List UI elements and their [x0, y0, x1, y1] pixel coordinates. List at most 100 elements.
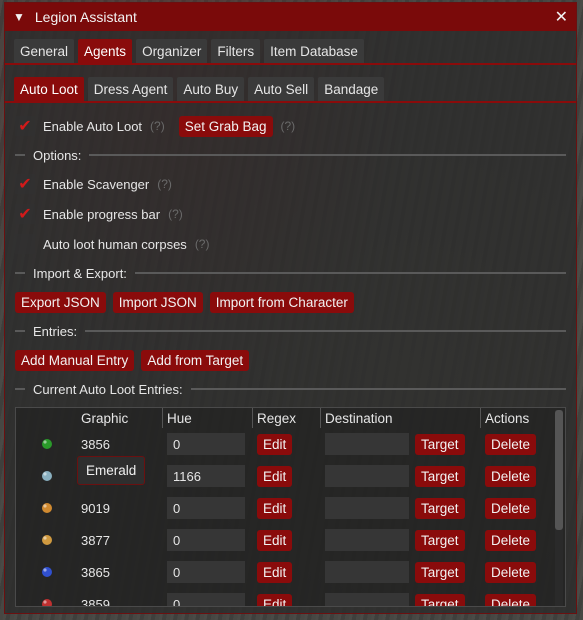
auto-loot-panel: ✔ Enable Auto Loot (?) Set Grab Bag (?) … [5, 111, 576, 607]
tab-auto-buy[interactable]: Auto Buy [177, 77, 245, 101]
tab-item-database[interactable]: Item Database [264, 39, 364, 63]
set-grab-bag-button[interactable]: Set Grab Bag [178, 115, 273, 137]
enable-scavenger-checkbox[interactable]: ✔ [15, 174, 35, 194]
legion-assistant-window: ▼ Legion Assistant ✕ General Agents Orga… [4, 2, 577, 614]
hue-field[interactable]: 0 [167, 529, 245, 551]
item-name-tooltip: Emerald [77, 456, 146, 485]
help-icon[interactable]: (?) [157, 177, 172, 191]
add-manual-entry-button[interactable]: Add Manual Entry [15, 349, 135, 371]
target-button[interactable]: Target [415, 465, 465, 487]
item-graphic-icon [16, 460, 77, 492]
column-header-graphic: Graphic [77, 408, 163, 428]
target-button[interactable]: Target [415, 497, 465, 519]
edit-regex-button[interactable]: Edit [257, 465, 293, 487]
tab-organizer[interactable]: Organizer [136, 39, 208, 63]
edit-regex-button[interactable]: Edit [257, 529, 293, 551]
tab-auto-sell[interactable]: Auto Sell [248, 77, 315, 101]
delete-button[interactable]: Delete [485, 465, 537, 487]
tab-auto-loot[interactable]: Auto Loot [14, 77, 84, 101]
auto-loot-human-corpses-label: Auto loot human corpses [43, 236, 187, 252]
destination-field[interactable] [325, 497, 409, 519]
graphic-value[interactable]: 3865 [81, 565, 110, 580]
tab-dress-agent[interactable]: Dress Agent [87, 77, 174, 101]
entries-heading: Entries: [33, 323, 78, 339]
delete-button[interactable]: Delete [485, 561, 537, 583]
current-entries-section-header: Current Auto Loot Entries: [15, 375, 566, 403]
auto-loot-human-corpses-checkbox[interactable]: ✔ [15, 234, 35, 254]
item-graphic-icon [16, 428, 77, 460]
agent-subtabs: Auto Loot Dress Agent Auto Buy Auto Sell… [5, 77, 576, 101]
table-header: Graphic Hue Regex Destination Actions [16, 408, 565, 428]
destination-field[interactable] [325, 465, 409, 487]
delete-button[interactable]: Delete [485, 593, 537, 606]
subtabs-underline [5, 101, 576, 103]
enable-auto-loot-label: Enable Auto Loot [43, 118, 143, 134]
item-graphic-icon [16, 492, 77, 524]
import-export-section-header: Import & Export: [15, 259, 566, 287]
table-body: 3856 0 Edit Target Delete 1166 Edit Targ… [16, 428, 565, 607]
titlebar[interactable]: ▼ Legion Assistant ✕ [5, 3, 576, 31]
target-button[interactable]: Target [415, 433, 465, 455]
enable-progress-bar-label: Enable progress bar [43, 206, 161, 222]
target-button[interactable]: Target [415, 529, 465, 551]
help-icon[interactable]: (?) [168, 207, 183, 221]
delete-button[interactable]: Delete [485, 497, 537, 519]
hue-field[interactable]: 1166 [167, 465, 245, 487]
tab-bandage[interactable]: Bandage [318, 77, 385, 101]
table-row: 3859 0 Edit Target Delete [16, 588, 565, 607]
help-icon[interactable]: (?) [195, 237, 210, 251]
destination-field[interactable] [325, 593, 409, 606]
delete-button[interactable]: Delete [485, 529, 537, 551]
graphic-value[interactable]: 3856 [81, 437, 110, 452]
edit-regex-button[interactable]: Edit [257, 497, 293, 519]
delete-button[interactable]: Delete [485, 433, 537, 455]
destination-field[interactable] [325, 561, 409, 583]
tab-general[interactable]: General [14, 39, 75, 63]
enable-scavenger-label: Enable Scavenger [43, 176, 150, 192]
add-from-target-button[interactable]: Add from Target [141, 349, 250, 371]
help-icon[interactable]: (?) [281, 119, 296, 133]
table-row: 3865 0 Edit Target Delete [16, 556, 565, 588]
destination-field[interactable] [325, 433, 409, 455]
export-json-button[interactable]: Export JSON [15, 291, 106, 313]
graphic-value[interactable]: 9019 [81, 501, 110, 516]
hue-field[interactable]: 0 [167, 433, 245, 455]
close-icon[interactable]: ✕ [555, 7, 568, 27]
edit-regex-button[interactable]: Edit [257, 561, 293, 583]
table-scrollbar[interactable] [555, 410, 563, 606]
options-heading: Options: [33, 147, 82, 163]
hue-field[interactable]: 0 [167, 593, 245, 606]
column-header-destination: Destination [321, 408, 481, 428]
enable-auto-loot-checkbox[interactable]: ✔ [15, 116, 35, 136]
hue-field[interactable]: 0 [167, 561, 245, 583]
hue-field[interactable]: 0 [167, 497, 245, 519]
destination-field[interactable] [325, 529, 409, 551]
tab-filters[interactable]: Filters [211, 39, 261, 63]
collapse-icon[interactable]: ▼ [13, 10, 25, 24]
window-title: Legion Assistant [34, 9, 137, 25]
import-json-button[interactable]: Import JSON [112, 291, 203, 313]
graphic-value[interactable]: 3859 [81, 597, 110, 607]
table-row: 3877 0 Edit Target Delete [16, 524, 565, 556]
import-from-character-button[interactable]: Import from Character [209, 291, 354, 313]
edit-regex-button[interactable]: Edit [257, 593, 293, 606]
tab-agents[interactable]: Agents [78, 39, 133, 63]
item-graphic-icon [16, 556, 77, 588]
table-row: 9019 0 Edit Target Delete [16, 492, 565, 524]
enable-progress-bar-checkbox[interactable]: ✔ [15, 204, 35, 224]
target-button[interactable]: Target [415, 593, 465, 606]
item-graphic-icon [16, 524, 77, 556]
item-graphic-icon [16, 588, 77, 606]
auto-loot-entries-table: Graphic Hue Regex Destination Actions 38… [15, 407, 566, 607]
column-header-actions: Actions [485, 410, 530, 426]
column-header-regex: Regex [253, 408, 321, 428]
graphic-value[interactable]: 3877 [81, 533, 110, 548]
edit-regex-button[interactable]: Edit [257, 433, 293, 455]
current-entries-heading: Current Auto Loot Entries: [33, 381, 183, 397]
import-export-heading: Import & Export: [33, 265, 127, 281]
entries-section-header: Entries: [15, 317, 566, 345]
options-section-header: Options: [15, 141, 566, 169]
target-button[interactable]: Target [415, 561, 465, 583]
main-tabs-underline [5, 63, 576, 65]
help-icon[interactable]: (?) [150, 119, 165, 133]
